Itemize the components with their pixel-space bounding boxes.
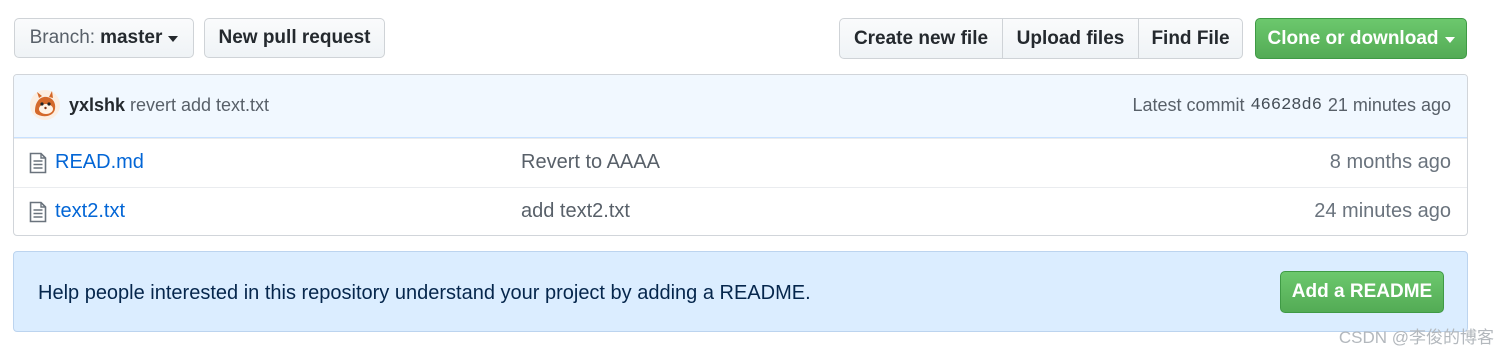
file-icon (29, 201, 47, 223)
readme-prompt-text: Help people interested in this repositor… (38, 282, 811, 304)
clone-or-download-button[interactable]: Clone or download (1255, 18, 1467, 59)
file-list: yxlshk revert add text.txt Latest commit… (13, 74, 1468, 236)
chevron-down-icon (1444, 36, 1455, 43)
watermark: CSDN @李俊的博客 (1338, 328, 1494, 347)
create-new-file-button[interactable]: Create new file (839, 18, 1003, 59)
file-icon (29, 152, 47, 174)
latest-commit-bar: yxlshk revert add text.txt Latest commit… (14, 75, 1467, 138)
upload-files-button[interactable]: Upload files (1002, 18, 1139, 59)
chevron-down-icon (168, 36, 179, 42)
latest-commit-label: Latest commit (1132, 95, 1245, 115)
file-commit-message[interactable]: Revert to AAAA (521, 151, 660, 174)
file-actions-group: Create new file Upload files Find File (839, 18, 1243, 59)
add-readme-button[interactable]: Add a README (1280, 271, 1444, 313)
file-name-link[interactable]: READ.md (55, 151, 144, 174)
branch-name: master (100, 27, 163, 48)
file-row: READ.md Revert to AAAA 8 months ago (14, 138, 1467, 187)
commit-author[interactable]: yxlshk (69, 95, 125, 116)
commit-meta: Latest commit 46628d6 21 minutes ago (1132, 95, 1451, 116)
commit-age: 21 minutes ago (1327, 95, 1451, 115)
find-file-button[interactable]: Find File (1138, 18, 1243, 59)
file-row: text2.txt add text2.txt 24 minutes ago (14, 187, 1467, 235)
branch-select-button[interactable]: Branch: master (14, 18, 194, 58)
commit-sha[interactable]: 46628d6 (1250, 96, 1321, 116)
readme-prompt: Help people interested in this repositor… (13, 251, 1468, 332)
branch-prefix: Branch: (29, 27, 96, 48)
avatar[interactable] (29, 89, 61, 121)
commit-message[interactable]: revert add text.txt (130, 95, 269, 116)
clone-label: Clone or download (1267, 27, 1439, 49)
new-pull-request-button[interactable]: New pull request (204, 18, 385, 58)
file-name-link[interactable]: text2.txt (55, 200, 125, 223)
file-age: 24 minutes ago (1314, 200, 1451, 222)
file-age: 8 months ago (1329, 151, 1451, 173)
file-commit-message[interactable]: add text2.txt (521, 200, 630, 223)
